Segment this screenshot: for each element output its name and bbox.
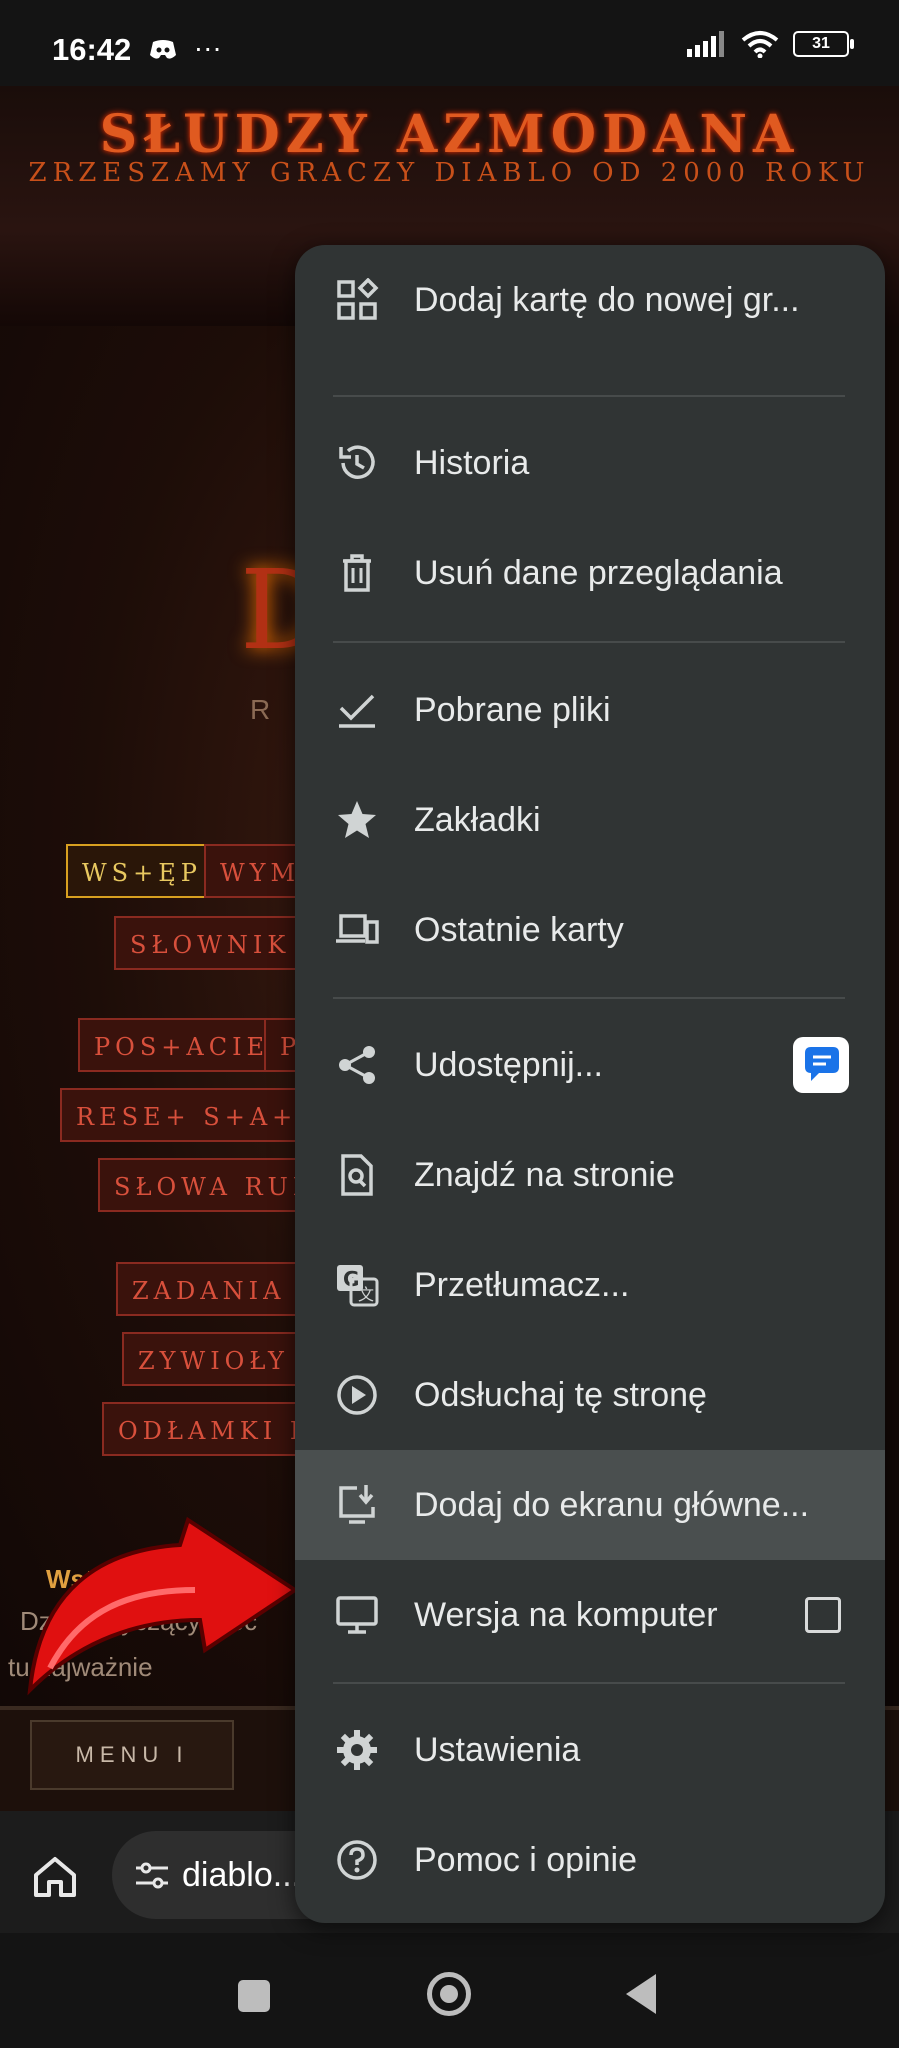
menu-item-label: Dodaj kartę do nowej gr... [414, 281, 800, 319]
site-menu-button[interactable]: MENU I [30, 1720, 234, 1790]
menu-item-label: Wersja na komputer [414, 1596, 718, 1634]
battery-indicator: 31 [793, 31, 854, 57]
site-nav-zywioly[interactable]: ZYWIOŁY [122, 1332, 305, 1386]
menu-item-downloads[interactable]: Pobrane pliki [295, 655, 885, 765]
google-messages-share-shortcut[interactable] [793, 1037, 849, 1093]
menu-item-label: Ustawienia [414, 1731, 581, 1769]
site-nav-wym[interactable]: WYM [204, 844, 304, 898]
trash-icon [343, 554, 371, 592]
gear-icon [337, 1730, 377, 1770]
menu-divider [333, 395, 845, 397]
site-nav-postacie[interactable]: POS+ACIE [78, 1018, 286, 1072]
desktop-site-checkbox[interactable] [805, 1597, 841, 1633]
site-nav-zadania[interactable]: ZADANIA [116, 1262, 302, 1316]
menu-item-listen[interactable]: Odsłuchaj tę stronę [295, 1340, 885, 1450]
add-tab-group-icon [337, 278, 379, 320]
more-notifications: ··· [193, 32, 222, 63]
menu-item-label: Usuń dane przeglądania [414, 554, 783, 592]
status-bar: 16:42 ··· 31 [0, 0, 899, 86]
desktop-icon [336, 1596, 378, 1634]
share-icon [339, 1046, 375, 1084]
play-icon [337, 1375, 377, 1415]
downloads-icon [339, 694, 375, 728]
svg-text:文: 文 [358, 1285, 374, 1304]
browser-overflow-menu: Dodaj kartę do nowej gr... Historia Usuń… [295, 245, 885, 1923]
menu-item-label: Udostępnij... [414, 1046, 603, 1084]
menu-item-label: Pomoc i opinie [414, 1841, 638, 1879]
notification-icons: ··· [148, 32, 222, 64]
site-nav-wstep[interactable]: WS+ĘP [66, 844, 218, 898]
site-nav-slowa-run[interactable]: SŁOWA RUN [98, 1158, 314, 1212]
menu-item-desktop-site[interactable]: Wersja na komputer [295, 1560, 885, 1670]
menu-item-label: Ostatnie karty [414, 911, 624, 949]
menu-item-find-in-page[interactable]: Znajdź na stronie [295, 1120, 885, 1230]
add-to-home-icon [339, 1485, 375, 1524]
menu-item-share[interactable]: Udostępnij... [295, 1010, 885, 1120]
history-icon [339, 445, 375, 479]
menu-item-clear-data[interactable]: Usuń dane przeglądania [295, 518, 885, 628]
site-nav-reset[interactable]: RESE+ S+A+Y [60, 1088, 313, 1142]
menu-item-history[interactable]: Historia [295, 408, 885, 518]
signal-icon [687, 31, 724, 57]
devices-icon [336, 914, 379, 944]
menu-item-label: Zakładki [414, 801, 541, 839]
menu-item-label: Pobrane pliki [414, 691, 611, 729]
site-subtitle: ZRZESZAMY GRACZY DIABLO OD 2000 ROKU [28, 158, 871, 188]
star-icon [338, 801, 376, 838]
home-icon[interactable] [30, 1851, 80, 1901]
menu-item-label: Odsłuchaj tę stronę [414, 1376, 707, 1414]
menu-item-add-tab-group[interactable]: Dodaj kartę do nowej gr... [295, 245, 885, 355]
status-time: 16:42 [52, 32, 132, 67]
wifi-icon [741, 31, 779, 58]
menu-item-label: Przetłumacz... [414, 1266, 630, 1304]
menu-divider [333, 997, 845, 999]
discord-icon [150, 39, 176, 59]
messages-app-icon [805, 1047, 839, 1081]
menu-item-recent-tabs[interactable]: Ostatnie karty [295, 875, 885, 985]
menu-item-label: Dodaj do ekranu główne... [414, 1486, 810, 1524]
red-arrow-annotation [27, 1516, 299, 1696]
menu-item-label: Historia [414, 444, 530, 482]
menu-item-settings[interactable]: Ustawienia [295, 1695, 885, 1805]
site-settings-icon[interactable] [134, 1861, 170, 1891]
help-icon [337, 1840, 377, 1880]
menu-item-translate[interactable]: G文 Przetłumacz... [295, 1230, 885, 1340]
site-title: SŁUDZY AZMODANA [99, 104, 800, 165]
url-text: diablo... [182, 1856, 302, 1894]
back-button[interactable] [626, 1974, 656, 2014]
menu-item-bookmarks[interactable]: Zakładki [295, 765, 885, 875]
home-nav-button[interactable] [427, 1972, 471, 2016]
menu-item-add-to-home-screen[interactable]: Dodaj do ekranu główne... [295, 1450, 885, 1560]
site-nav-slownik[interactable]: SŁOWNIK B [114, 916, 321, 970]
find-in-page-icon [341, 1154, 373, 1196]
menu-divider [333, 1682, 845, 1684]
menu-item-label: Znajdź na stronie [414, 1156, 675, 1194]
menu-item-help[interactable]: Pomoc i opinie [295, 1805, 885, 1915]
recents-button[interactable] [238, 1980, 270, 2012]
translate-icon: G文 [337, 1265, 379, 1307]
menu-divider [333, 641, 845, 643]
